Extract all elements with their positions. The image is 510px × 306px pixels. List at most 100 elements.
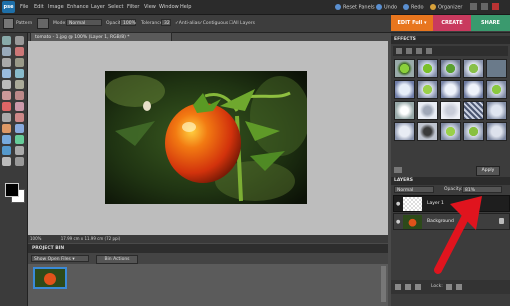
effect-thumb-3[interactable]	[440, 59, 461, 78]
hand-tool-icon[interactable]	[2, 47, 11, 56]
visibility-eye-icon[interactable]: ●	[396, 201, 400, 207]
gradient-tool-icon[interactable]	[15, 135, 24, 144]
bin-scrollbar[interactable]	[381, 266, 386, 302]
effects-category-bar	[393, 46, 508, 56]
project-bin-title: PROJECT BIN	[28, 244, 388, 253]
red-eye-tool-icon[interactable]	[2, 102, 11, 111]
zoom-tool-icon[interactable]	[15, 36, 24, 45]
menu-window[interactable]: Window	[159, 4, 179, 10]
effect-thumb-4[interactable]	[463, 59, 484, 78]
zoom-level[interactable]: 100%	[30, 236, 41, 241]
cookie-cutter-tool-icon[interactable]	[2, 91, 11, 100]
new-layer-icon[interactable]	[395, 284, 401, 290]
tomato-photo	[105, 71, 307, 204]
bin-actions-button[interactable]: Bin Actions	[96, 255, 138, 264]
undo-button[interactable]: Undo	[376, 4, 397, 11]
reset-panels-button[interactable]: Reset Panels	[335, 4, 375, 11]
document-tab[interactable]: tomato - 1.jpg @ 100% (Layer 1, RGB/8) *	[30, 32, 172, 41]
effect-thumb-14[interactable]	[463, 101, 484, 120]
clone-stamp-tool-icon[interactable]	[2, 113, 11, 122]
close-button[interactable]	[492, 3, 499, 10]
eraser-tool-icon[interactable]	[15, 113, 24, 122]
brush-tool-icon[interactable]	[2, 124, 11, 133]
effect-thumb-16[interactable]	[394, 122, 415, 141]
minimize-button[interactable]	[470, 3, 477, 10]
layers-panel-title: LAYERS	[391, 177, 510, 185]
marquee-tool-icon[interactable]	[2, 58, 11, 67]
lasso-tool-icon[interactable]	[15, 58, 24, 67]
menu-filter[interactable]: Filter	[127, 4, 139, 10]
redo-icon	[403, 4, 409, 10]
effect-thumb-18[interactable]	[440, 122, 461, 141]
effect-thumb-17[interactable]	[417, 122, 438, 141]
visibility-eye-icon-bg[interactable]: ●	[396, 219, 400, 225]
tool-preset-icon[interactable]	[3, 18, 14, 29]
effect-thumb-9[interactable]	[463, 80, 484, 99]
effect-thumb-5[interactable]	[486, 59, 507, 78]
layer-styles-icon[interactable]	[406, 48, 412, 54]
tab-create[interactable]: CREATE	[433, 15, 471, 31]
organizer-icon	[430, 4, 436, 10]
filters-icon[interactable]	[396, 48, 402, 54]
effect-thumb-2[interactable]	[417, 59, 438, 78]
healing-brush-tool-icon[interactable]	[15, 102, 24, 111]
straighten-tool-icon[interactable]	[15, 91, 24, 100]
lock-all-icon[interactable]	[456, 284, 462, 290]
project-bin-thumbnail[interactable]	[33, 267, 67, 289]
menu-file[interactable]: File	[20, 4, 28, 10]
quick-selection-tool-icon[interactable]	[15, 69, 24, 78]
tool-grid	[2, 36, 26, 166]
contiguous-checkbox[interactable]: ✓Contiguous	[199, 21, 228, 26]
effect-thumb-10[interactable]	[486, 80, 507, 99]
tolerance-field[interactable]: 32	[161, 19, 171, 26]
pencil-tool-icon[interactable]	[15, 157, 24, 166]
menu-edit[interactable]: Edit	[34, 4, 44, 10]
show-open-files-select[interactable]: Show Open Files ▾	[31, 255, 89, 262]
effect-thumb-13[interactable]	[440, 101, 461, 120]
type-tool-icon[interactable]	[2, 80, 11, 89]
paint-bucket-tool-icon[interactable]	[2, 135, 11, 144]
tab-share[interactable]: SHARE	[471, 15, 510, 31]
effect-thumb-8[interactable]	[440, 80, 461, 99]
effect-thumb-15[interactable]	[486, 101, 507, 120]
effect-thumb-6[interactable]	[394, 80, 415, 99]
magic-wand-tool-icon[interactable]	[2, 69, 11, 78]
all-layers-checkbox[interactable]: ☐All Layers	[229, 21, 255, 26]
organizer-button[interactable]: Organizer	[430, 4, 462, 11]
adjustment-layer-icon[interactable]	[405, 284, 411, 290]
menu-view[interactable]: View	[144, 4, 156, 10]
photo-effects-icon[interactable]	[416, 48, 422, 54]
move-tool-icon[interactable]	[2, 36, 11, 45]
effect-thumb-20[interactable]	[486, 122, 507, 141]
lock-transparency-icon[interactable]	[446, 284, 452, 290]
mode-select[interactable]: Normal	[66, 19, 102, 26]
menu-image[interactable]: Image	[48, 4, 64, 10]
effect-thumb-7[interactable]	[417, 80, 438, 99]
tab-edit-full[interactable]: EDIT Full ▾	[391, 15, 433, 31]
menu-select[interactable]: Select	[108, 4, 123, 10]
smart-brush-tool-icon[interactable]	[15, 124, 24, 133]
menu-help[interactable]: Help	[180, 4, 191, 10]
maximize-button[interactable]	[481, 3, 488, 10]
apply-button[interactable]: Apply	[476, 166, 500, 176]
effect-thumb-1[interactable]	[394, 59, 415, 78]
app-logo: pse	[2, 1, 15, 13]
antialias-checkbox[interactable]: ✓Anti-alias	[175, 21, 200, 26]
crop-tool-icon[interactable]	[15, 80, 24, 89]
pattern-picker[interactable]	[37, 18, 49, 29]
all-effects-icon[interactable]	[426, 48, 432, 54]
foreground-color-swatch-top[interactable]	[5, 183, 19, 197]
effect-thumb-11[interactable]	[394, 101, 415, 120]
opacity-field[interactable]: 100%	[120, 19, 136, 26]
effect-thumb-19[interactable]	[463, 122, 484, 141]
delete-layer-icon[interactable]	[415, 284, 421, 290]
eyedropper-tool-icon[interactable]	[15, 47, 24, 56]
blur-tool-icon[interactable]	[15, 146, 24, 155]
redo-button[interactable]: Redo	[403, 4, 424, 11]
menu-enhance[interactable]: Enhance	[67, 4, 89, 10]
effect-thumb-12[interactable]	[417, 101, 438, 120]
sponge-tool-icon[interactable]	[2, 157, 11, 166]
shape-tool-icon[interactable]	[2, 146, 11, 155]
menu-layer[interactable]: Layer	[91, 4, 105, 10]
effects-options-icon[interactable]	[394, 167, 402, 173]
